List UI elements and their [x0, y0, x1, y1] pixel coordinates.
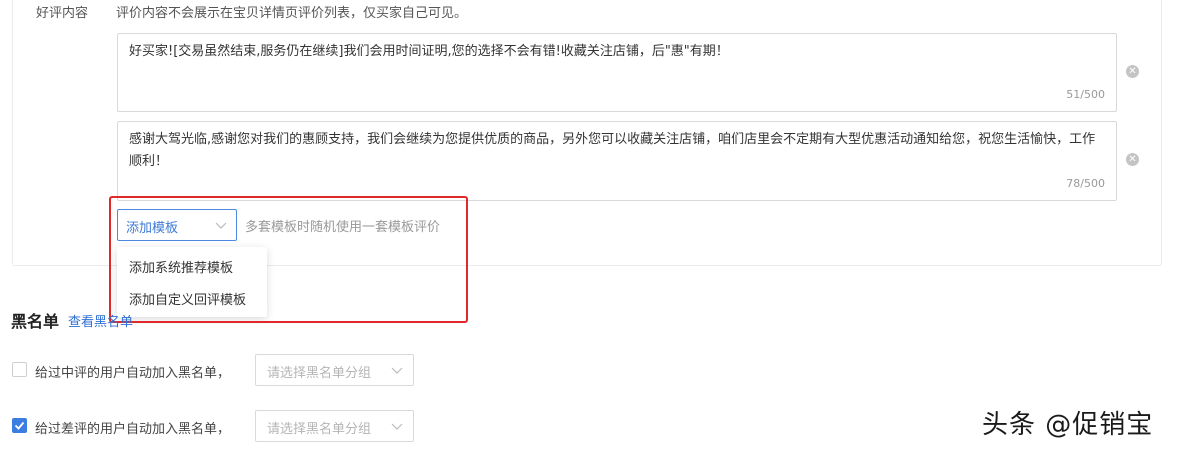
negative-group-placeholder: 请选择黑名单分组 — [267, 422, 372, 437]
neutral-review-rule-label: 给过中评的用户自动加入黑名单， — [35, 366, 231, 381]
negative-review-checkbox[interactable] — [12, 418, 27, 433]
negative-review-rule-label: 给过差评的用户自动加入黑名单， — [35, 422, 231, 437]
remove-template-2-icon[interactable]: ✕ — [1126, 153, 1139, 166]
template-textarea-1[interactable]: 好买家![交易虽然结束,服务仍在继续]我们会用时间证明,您的选择不会有错!收藏关… — [117, 33, 1117, 112]
blacklist-title: 黑名单 — [11, 312, 60, 331]
good-review-hint: 评价内容不会展示在宝贝详情页评价列表，仅买家自己可见。 — [116, 6, 468, 21]
neutral-review-checkbox[interactable] — [12, 362, 27, 377]
template-text-1[interactable]: 好买家![交易虽然结束,服务仍在继续]我们会用时间证明,您的选择不会有错!收藏关… — [129, 41, 1104, 63]
neutral-group-select[interactable]: 请选择黑名单分组 — [255, 354, 414, 386]
view-blacklist-link[interactable]: 查看黑名单 — [68, 311, 133, 330]
neutral-group-placeholder: 请选择黑名单分组 — [267, 366, 372, 381]
checkmark-icon — [14, 421, 25, 430]
negative-group-select[interactable]: 请选择黑名单分组 — [255, 410, 414, 442]
template-textarea-2[interactable]: 感谢大驾光临,感谢您对我们的惠顾支持，我们会继续为您提供优质的商品，另外您可以收… — [117, 121, 1117, 201]
good-review-label: 好评内容 — [36, 6, 89, 21]
watermark-text: 头条 @促销宝 — [982, 410, 1154, 440]
char-counter-1: 51/500 — [1066, 88, 1105, 101]
highlight-annotation-box — [109, 196, 468, 323]
remove-template-1-icon[interactable]: ✕ — [1126, 65, 1139, 78]
chevron-down-icon — [391, 367, 403, 374]
chevron-down-icon — [391, 423, 403, 430]
char-counter-2: 78/500 — [1066, 177, 1105, 190]
template-text-2[interactable]: 感谢大驾光临,感谢您对我们的惠顾支持，我们会继续为您提供优质的商品，另外您可以收… — [129, 129, 1104, 173]
